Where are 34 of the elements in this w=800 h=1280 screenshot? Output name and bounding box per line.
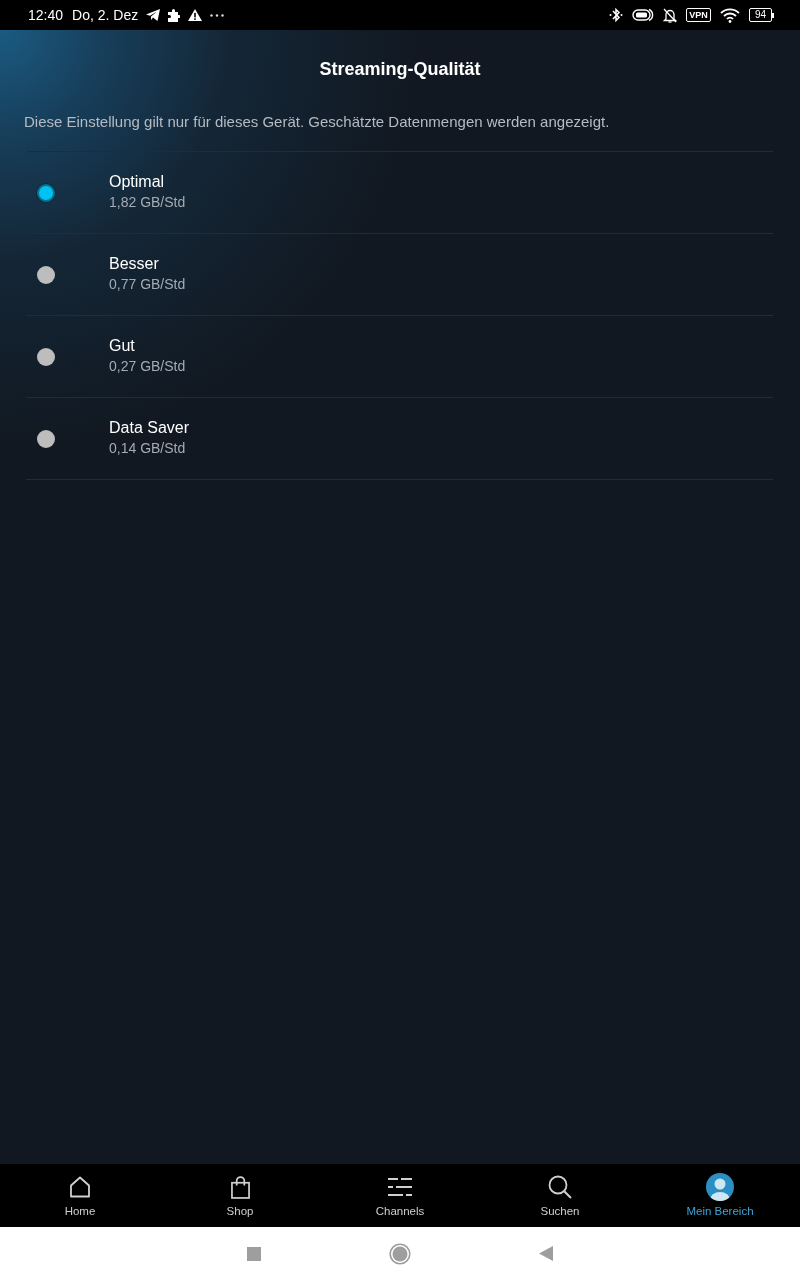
shopping-bag-icon bbox=[230, 1175, 250, 1199]
bell-off-icon bbox=[663, 7, 678, 23]
channels-list-icon bbox=[388, 1177, 412, 1197]
option-data-rate: 0,14 GB/Std bbox=[109, 438, 186, 458]
option-data-rate: 0,77 GB/Std bbox=[109, 274, 186, 294]
wifi-icon bbox=[719, 7, 740, 23]
puzzle-icon bbox=[168, 8, 181, 22]
avatar-icon bbox=[706, 1173, 734, 1201]
battery-saver-icon bbox=[632, 8, 655, 22]
option-data-rate: 0,27 GB/Std bbox=[109, 356, 186, 376]
description-text: Diese Einstellung gilt nur für dieses Gerät. Geschätzte Datenmengen werden angezeigt. bbox=[24, 112, 610, 132]
bluetooth-icon bbox=[609, 7, 624, 23]
option-data-rate: 1,82 GB/Std bbox=[109, 192, 186, 212]
battery-indicator: 94 bbox=[748, 8, 774, 22]
option-label: Gut bbox=[109, 335, 135, 356]
option-label: Besser bbox=[109, 253, 159, 274]
option-label: Optimal bbox=[109, 171, 165, 192]
radio-button[interactable] bbox=[37, 347, 55, 366]
warning-icon bbox=[188, 9, 203, 21]
option-label: Data Saver bbox=[109, 417, 190, 438]
recent-apps-icon[interactable] bbox=[247, 1246, 261, 1261]
more-notifications-icon bbox=[210, 13, 225, 17]
status-date: Do, 2. Dez bbox=[72, 7, 139, 23]
vpn-indicator: VPN bbox=[686, 8, 711, 22]
home-icon bbox=[69, 1176, 91, 1198]
page-title: Streaming-Qualität bbox=[319, 58, 481, 80]
radio-button[interactable] bbox=[37, 183, 55, 202]
paper-plane-icon bbox=[146, 9, 161, 21]
radio-button[interactable] bbox=[37, 429, 55, 448]
home-button-icon[interactable] bbox=[389, 1242, 411, 1265]
radio-button[interactable] bbox=[37, 265, 55, 284]
back-icon[interactable] bbox=[539, 1246, 553, 1261]
search-icon bbox=[548, 1175, 572, 1199]
status-time: 12:40 bbox=[28, 7, 64, 23]
